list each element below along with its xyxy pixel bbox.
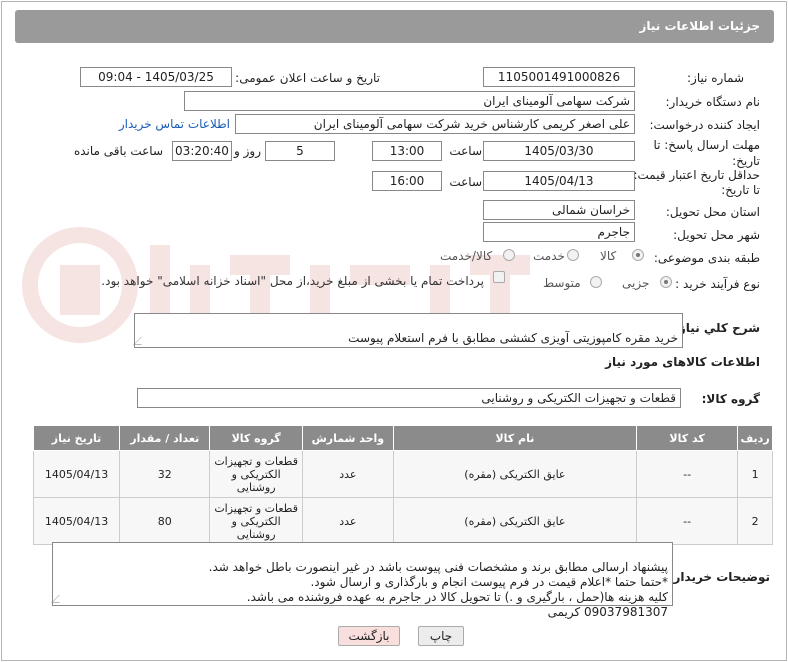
print-button[interactable]: چاپ — [418, 626, 464, 646]
col-date: تاریخ نیاز — [32, 425, 121, 451]
contact-buyer-link[interactable]: اطلاعات تماس خریدار — [119, 117, 230, 131]
city-label: شهر محل تحویل: — [673, 228, 760, 242]
category-option-goods: کالا — [600, 249, 617, 263]
cell-group: قطعات و تجهیزات الکتریکی و روشنایی — [209, 497, 303, 545]
resize-handle[interactable] — [51, 595, 67, 603]
col-qty: تعداد / مقدار — [119, 425, 211, 451]
page-title: جزئیات اطلاعات نیاز — [639, 19, 760, 33]
remaining-time-field: 03:20:40 — [172, 141, 232, 161]
buyer-notes-textarea[interactable]: پیشنهاد ارسالی مطابق برند و مشخصات فنی پ… — [51, 542, 673, 619]
remaining-label: ساعت باقی مانده — [73, 144, 163, 158]
treasury-payment-checkbox[interactable] — [493, 271, 505, 283]
deadline-time-label: ساعت — [449, 144, 482, 158]
cell-qty: 80 — [119, 497, 211, 545]
cell-name: عایق الکتریکی (مقره) — [392, 450, 638, 498]
announce-label: تاریخ و ساعت اعلان عمومی: — [235, 71, 380, 85]
category-radio-goods-service[interactable] — [503, 249, 515, 261]
deadline-date-field: 1405/03/30 — [483, 141, 635, 161]
province-field: خراسان شمالی — [483, 200, 635, 220]
creator-field: علی اصغر کریمی کارشناس خرید شرکت سهامی آ… — [235, 114, 635, 134]
purchase-type-label: نوع فرآیند خرید : — [675, 277, 760, 291]
cell-group: قطعات و تجهیزات الکتریکی و روشنایی — [209, 450, 303, 498]
buyer-org-field: شرکت سهامی آلومینای ایران — [184, 91, 635, 111]
days-field: 5 — [265, 141, 335, 161]
purchase-option-minor: جزیی — [622, 276, 650, 290]
cell-unit: عدد — [301, 450, 394, 498]
back-button[interactable]: بازگشت — [338, 626, 400, 646]
goods-section-title: اطلاعات کالاهای مورد نیاز — [605, 355, 760, 369]
need-number-field: 1105001491000826 — [483, 67, 635, 87]
validity-time-field: 16:00 — [372, 171, 442, 191]
cell-name: عایق الکتریکی (مقره) — [392, 497, 638, 545]
cell-row: 1 — [737, 450, 773, 498]
validity-label-2: تا تاریخ: — [721, 183, 760, 197]
purchase-radio-medium[interactable] — [590, 276, 602, 288]
col-row: ردیف — [737, 425, 773, 451]
goods-group-label: گروه کالا: — [701, 392, 760, 406]
treasury-payment-note: پرداخت تمام یا بخشی از مبلغ خرید،از محل … — [101, 274, 484, 288]
description-text: خرید مقره کامپوزیتی آویزی کششی مطابق با … — [348, 331, 678, 345]
title-bar: جزئیات اطلاعات نیاز — [15, 10, 774, 43]
col-code: کد کالا — [636, 425, 739, 451]
col-group: گروه کالا — [209, 425, 303, 451]
creator-label: ایجاد کننده درخواست: — [649, 118, 760, 132]
city-field: جاجرم — [483, 222, 635, 242]
category-radio-goods[interactable] — [632, 249, 644, 261]
buyer-org-label: نام دستگاه خریدار: — [665, 95, 761, 109]
validity-label-1: حداقل تاریخ اعتبار قیمت: — [633, 168, 760, 182]
category-option-service: خدمت — [533, 249, 565, 263]
table-row: 1 -- عایق الکتریکی (مقره) عدد قطعات و تج… — [32, 450, 773, 498]
validity-time-label: ساعت — [449, 175, 482, 189]
days-label: روز و — [234, 144, 261, 158]
cell-date: 1405/04/13 — [32, 497, 121, 545]
category-option-goods-service: کالا/خدمت — [440, 249, 493, 263]
purchase-option-medium: متوسط — [543, 276, 581, 290]
need-number-label: شماره نیاز: — [687, 71, 744, 85]
deadline-time-field: 13:00 — [372, 141, 442, 161]
goods-table: ردیف کد کالا نام کالا واحد شمارش گروه کا… — [32, 425, 773, 545]
col-unit: واحد شمارش — [301, 425, 394, 451]
table-row: 2 -- عایق الکتریکی (مقره) عدد قطعات و تج… — [32, 497, 773, 545]
category-label: طبقه بندی موضوعی: — [653, 251, 760, 265]
cell-row: 2 — [737, 497, 773, 545]
col-name: نام کالا — [392, 425, 638, 451]
resize-handle[interactable] — [133, 337, 149, 345]
cell-code: -- — [636, 497, 739, 545]
goods-group-field: قطعات و تجهیزات الکتریکی و روشنایی — [137, 388, 681, 408]
description-label: شرح کلي نياز: — [674, 321, 760, 335]
announce-field: 1405/03/25 - 09:04 — [80, 67, 232, 87]
validity-date-field: 1405/04/13 — [483, 171, 635, 191]
cell-unit: عدد — [301, 497, 394, 545]
deadline-label-2: تاریخ: — [732, 154, 760, 168]
category-radio-service[interactable] — [567, 249, 579, 261]
purchase-radio-minor[interactable] — [660, 276, 672, 288]
cell-qty: 32 — [119, 450, 211, 498]
description-textarea[interactable]: خرید مقره کامپوزیتی آویزی کششی مطابق با … — [133, 313, 683, 348]
province-label: استان محل تحویل: — [665, 205, 760, 219]
deadline-label-1: مهلت ارسال پاسخ: تا — [653, 138, 760, 152]
buyer-notes-label: توضیحات خریدار: — [668, 570, 770, 584]
goods-table-header: ردیف کد کالا نام کالا واحد شمارش گروه کا… — [32, 425, 773, 451]
cell-code: -- — [636, 450, 739, 498]
cell-date: 1405/04/13 — [32, 450, 121, 498]
